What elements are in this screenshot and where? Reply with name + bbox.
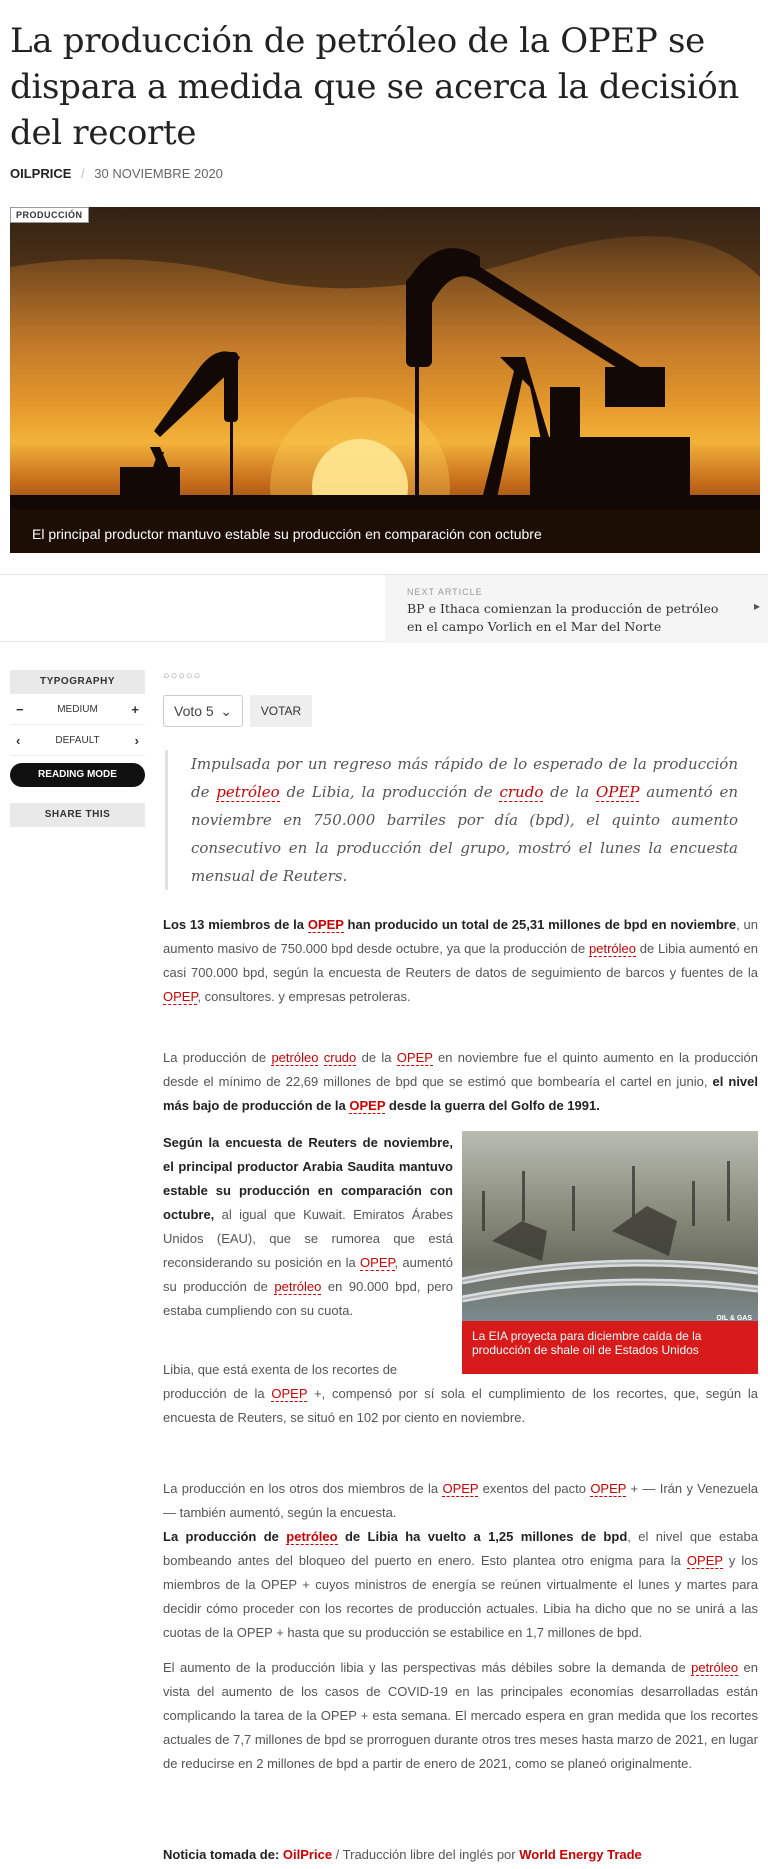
minus-icon[interactable]: −	[16, 702, 24, 717]
reading-mode-button[interactable]: READING MODE	[10, 763, 145, 787]
related-article-card[interactable]: OIL & GAS La EIA proyecta para diciembre…	[462, 1131, 758, 1374]
meta-separator: /	[81, 166, 85, 181]
chevron-left-icon[interactable]: ‹	[16, 733, 20, 748]
reading-sidebar: TYPOGRAPHY − MEDIUM + ‹ DEFAULT › READIN…	[10, 670, 145, 827]
source-prefix: Noticia tomada de:	[163, 1847, 280, 1862]
keyword-link[interactable]: crudo	[323, 1050, 357, 1066]
article-navigation: NEXT ARTICLE BP e Ithaca comienzan la pr…	[0, 574, 768, 643]
next-article-title[interactable]: BP e Ithaca comienzan la producción de p…	[407, 600, 727, 636]
keyword-link[interactable]: petróleo	[691, 1660, 739, 1676]
keyword-link[interactable]: OPEP	[307, 917, 344, 933]
hero-caption: El principal productor mantuvo estable s…	[32, 526, 542, 542]
source-credit: Noticia tomada de: OilPrice / Traducción…	[163, 1847, 642, 1862]
article-paragraph-2: La producción de petróleo crudo de la OP…	[163, 1050, 758, 1114]
related-article-caption[interactable]: La EIA proyecta para diciembre caída de …	[462, 1321, 758, 1374]
chevron-down-icon: ⌄	[220, 702, 232, 719]
keyword-link[interactable]: petróleo	[589, 941, 636, 957]
keyword-link[interactable]: OPEP	[686, 1553, 723, 1569]
star-rating[interactable]: ○○○○○	[163, 670, 201, 682]
article-meta: OILPRICE / 30 NOVIEMBRE 2020	[10, 166, 223, 181]
translator-link[interactable]: World Energy Trade	[519, 1847, 642, 1862]
next-article-link[interactable]: NEXT ARTICLE BP e Ithaca comienzan la pr…	[385, 575, 768, 643]
next-article-label: NEXT ARTICLE	[407, 587, 483, 597]
chevron-right-icon[interactable]: ›	[135, 733, 139, 748]
keyword-link[interactable]: petróleo	[216, 783, 280, 802]
font-size-value: MEDIUM	[57, 703, 98, 715]
keyword-link[interactable]: OPEP	[271, 1386, 308, 1402]
vote-select-value: Voto 5	[174, 703, 214, 719]
category-badge[interactable]: PRODUCCIÓN	[10, 207, 89, 223]
article-paragraph-4: producción de la OPEP +, compensó por sí…	[163, 1386, 758, 1425]
page-title: La producción de petróleo de la OPEP se …	[10, 21, 739, 153]
keyword-link[interactable]: petróleo	[274, 1279, 322, 1295]
article-paragraph-5: La producción en los otros dos miembros …	[163, 1481, 758, 1520]
keyword-link[interactable]: OPEP	[596, 783, 640, 802]
keyword-link[interactable]: petróleo	[271, 1050, 319, 1066]
plus-icon[interactable]: +	[131, 702, 139, 717]
article-paragraph-6: La producción de petróleo de Libia ha vu…	[163, 1529, 758, 1640]
source-middle: / Traducción libre del inglés por	[332, 1847, 520, 1862]
font-size-control: − MEDIUM +	[10, 694, 145, 725]
article-paragraph-7: El aumento de la producción libia y las …	[163, 1660, 758, 1771]
article-lead-quote: Impulsada por un regreso más rápido de l…	[165, 750, 738, 890]
vote-button[interactable]: VOTAR	[250, 695, 312, 727]
article-paragraph-3: Según la encuesta de Reuters de noviembr…	[163, 1135, 454, 1318]
author[interactable]: OILPRICE	[10, 166, 71, 181]
keyword-link[interactable]: OPEP	[349, 1098, 386, 1114]
keyword-link[interactable]: crudo	[499, 783, 544, 802]
keyword-link[interactable]: petróleo	[286, 1529, 338, 1545]
oil-field-photo	[462, 1131, 758, 1321]
share-button[interactable]: SHARE THIS	[10, 803, 145, 827]
keyword-link[interactable]: OPEP	[442, 1481, 479, 1497]
source-outlet-link[interactable]: OilPrice	[283, 1847, 332, 1862]
keyword-link[interactable]: OPEP	[163, 989, 198, 1005]
typography-header: TYPOGRAPHY	[10, 670, 145, 694]
font-family-value: DEFAULT	[55, 734, 100, 746]
keyword-link[interactable]: OPEP	[590, 1481, 627, 1497]
article-paragraph-4a: Libia, que está exenta de los recortes d…	[163, 1362, 398, 1377]
publish-date: 30 NOVIEMBRE 2020	[94, 166, 223, 181]
vote-select[interactable]: Voto 5 ⌄	[163, 695, 243, 727]
keyword-link[interactable]: OPEP	[396, 1050, 433, 1066]
font-family-control: ‹ DEFAULT ›	[10, 725, 145, 756]
chevron-right-icon[interactable]: ▸	[754, 599, 760, 613]
oil-field-illustration	[462, 1161, 758, 1303]
keyword-link[interactable]: OPEP	[360, 1255, 395, 1271]
article-paragraph-1: Los 13 miembros de la OPEP han producido…	[163, 917, 758, 1005]
hero-image	[10, 207, 760, 553]
oil-pumpjacks-illustration	[10, 207, 760, 553]
